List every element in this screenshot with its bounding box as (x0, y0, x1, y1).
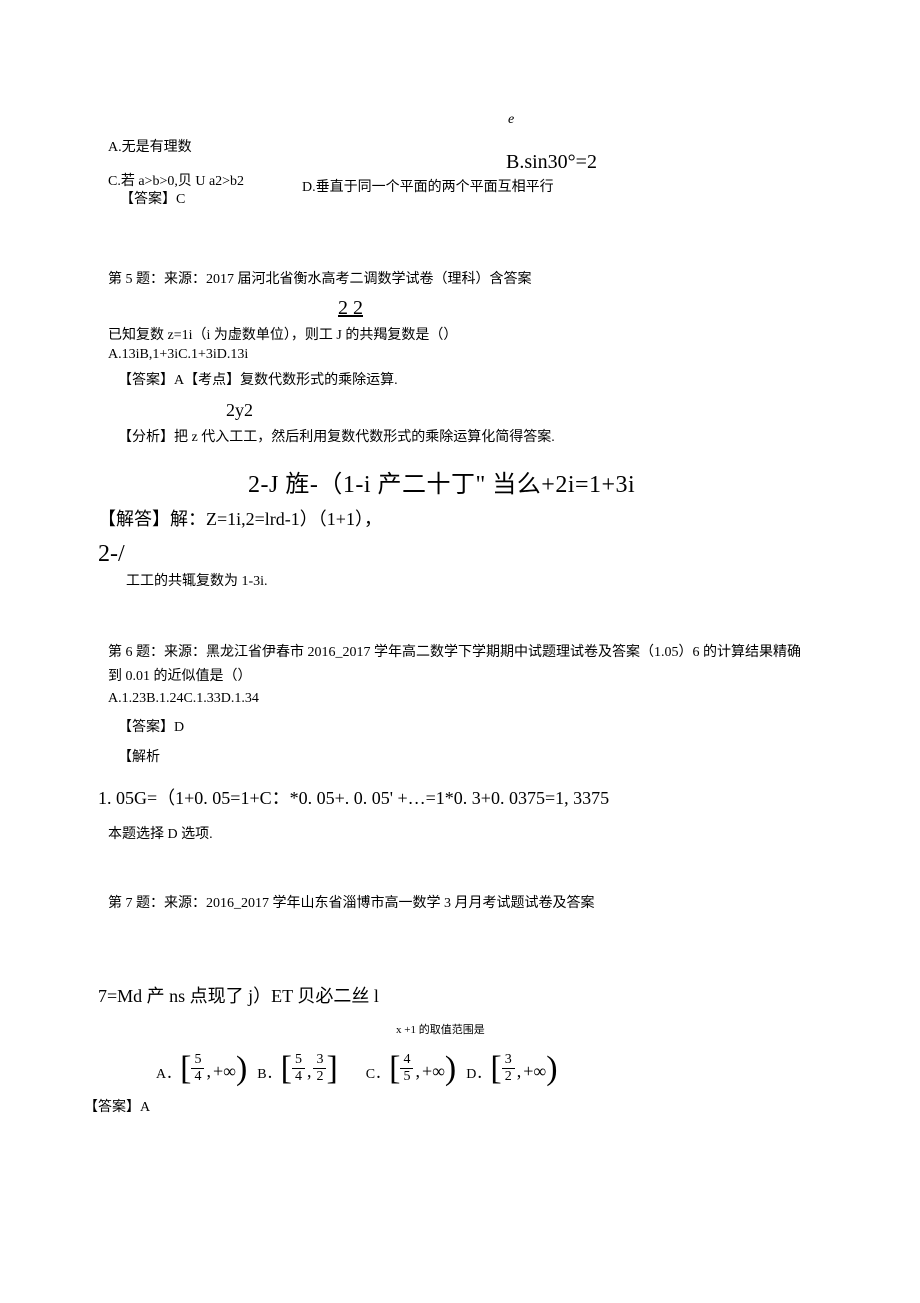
option-b: B.sin30°=2 (506, 148, 597, 176)
fraction-numerator: 5 (292, 1052, 305, 1068)
q5-stem: 已知复数 z=1i（i 为虚数单位），则工 J 的共羯复数是（） (108, 326, 808, 346)
q7-option-d: D． [ 32 , +∞ ) (466, 1052, 557, 1084)
q5-2minus: 2-/ (98, 538, 808, 572)
q7-range-text: x +1 的取值范围是 (396, 1023, 808, 1038)
comma-icon: , (204, 1059, 213, 1084)
q5-solve: 【解答】解：Z=1i,2=lrd-1）（1+1）， (98, 507, 808, 532)
opt-a-label: A． (156, 1065, 180, 1085)
opt-b-label: B． (257, 1065, 280, 1085)
q6-answer: 【答案】D (118, 718, 808, 738)
q6-source: 第 6 题：来源：黑龙江省伊春市 2016_2017 学年高二数学下学期期中试题… (108, 641, 808, 689)
e-letter: e (508, 110, 514, 130)
q6-jiexi: 【解析 (118, 748, 808, 768)
fraction-denominator: 4 (191, 1069, 204, 1084)
fraction-numerator: 5 (191, 1052, 204, 1068)
q5-conclusion: 工工的共辄复数为 1-3i. (126, 572, 808, 592)
q7-source: 第 7 题：来源：2016_2017 学年山东省淄博市高一数学 3 月月考试题试… (108, 894, 808, 914)
q7-option-b: B． [ 54 , 32 ] (257, 1052, 338, 1084)
q5-source: 第 5 题：来源：2017 届河北省衡水高考二调数学试卷（理科）含答案 (108, 270, 808, 290)
right-bracket: ] (326, 1054, 337, 1085)
fraction-denominator: 2 (313, 1069, 326, 1084)
q7-option-a: A． [ 54 , +∞ ) (156, 1052, 247, 1084)
comma-icon: , (515, 1059, 524, 1084)
q6-options: A.1.23B.1.24C.1.33D.1.34 (108, 689, 808, 709)
opt-c-label: C． (366, 1065, 389, 1085)
q5-options: A.13iB,1+3iC.1+3iD.13i (108, 345, 808, 365)
q5-answer: 【答案】A【考点】复数代数形式的乘除运算. (118, 371, 808, 391)
q5-frac-top: 2 2 (338, 294, 808, 322)
right-paren: ) (445, 1054, 456, 1085)
fraction-numerator: 3 (313, 1052, 326, 1068)
q7-option-c: C． [ 45 , +∞ ) (366, 1052, 456, 1084)
option-d: D.垂直于同一个平面的两个平面互相平行 (302, 178, 554, 198)
answer-c: 【答案】C (120, 190, 185, 210)
right-paren: ) (546, 1054, 557, 1085)
infinity-symbol: +∞ (422, 1059, 445, 1084)
option-c: C.若 a>b>0,贝 U a2>b2 (108, 172, 244, 192)
infinity-symbol: +∞ (213, 1059, 236, 1084)
opt-d-label: D． (466, 1065, 490, 1085)
fraction-denominator: 4 (292, 1069, 305, 1084)
comma-icon: , (413, 1059, 422, 1084)
q5-analysis: 【分析】把 z 代入工工，然后利用复数代数形式的乘除运算化简得答案. (118, 428, 808, 448)
fraction-denominator: 5 (400, 1069, 413, 1084)
option-a: A.无是有理数 (108, 138, 192, 158)
fraction-numerator: 4 (400, 1052, 413, 1068)
q7-answer: 【答案】A (84, 1098, 808, 1118)
right-paren: ) (236, 1054, 247, 1085)
q6-pick: 本题选择 D 选项. (108, 825, 808, 845)
fraction-denominator: 2 (502, 1069, 515, 1084)
fraction-numerator: 3 (502, 1052, 515, 1068)
infinity-symbol: +∞ (523, 1059, 546, 1084)
q7-line: 7=Md 产 ns 点现了 j）ET 贝必二丝 l (98, 984, 808, 1009)
q5-2y2: 2y2 (226, 398, 808, 423)
q5-equation-top: 2-J 旌-（1-i 产二十丁" 当么+2i=1+3i (248, 469, 808, 503)
comma-icon: , (305, 1059, 314, 1084)
q6-calc: 1. 05G=（1+0. 05=1+C：*0. 05+. 0. 05' +…=1… (98, 786, 808, 811)
